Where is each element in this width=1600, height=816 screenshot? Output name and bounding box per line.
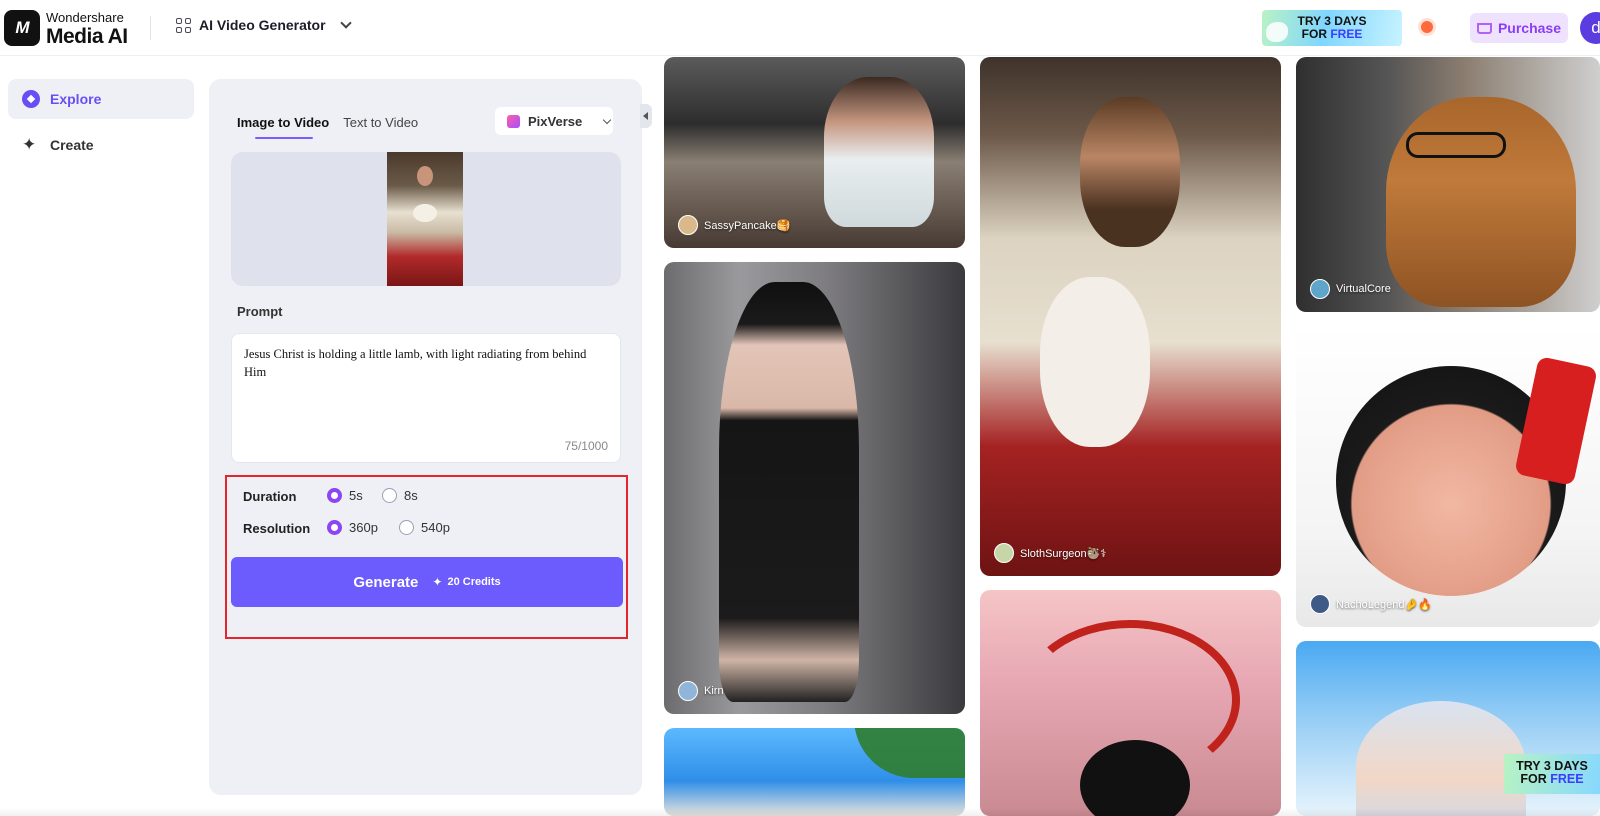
card-user: SassyPancake🥞: [678, 215, 790, 235]
brand-line1: Wondershare: [46, 10, 124, 25]
purchase-label: Purchase: [1497, 20, 1562, 36]
avatar: [994, 543, 1014, 563]
radio-unselected-icon[interactable]: [382, 488, 397, 503]
prompt-text[interactable]: Jesus Christ is holding a little lamb, w…: [244, 345, 604, 381]
nav-item-explore[interactable]: Explore: [8, 79, 194, 119]
compass-icon: [22, 90, 40, 108]
model-name: PixVerse: [528, 113, 583, 129]
header-divider: [150, 16, 151, 40]
resolution-label: Resolution: [243, 521, 311, 536]
generate-button[interactable]: Generate ✦ 20 Credits: [231, 557, 623, 607]
card-image-detail: [1514, 356, 1598, 486]
tab-text-to-video[interactable]: Text to Video: [343, 115, 418, 139]
floating-trial-promo-button[interactable]: TRY 3 DAYS FOR FREE: [1504, 754, 1600, 794]
card-image: [719, 282, 859, 702]
duration-option-5s[interactable]: 5s: [327, 488, 363, 503]
card-image: [1386, 97, 1576, 307]
window-bottom-edge: [0, 808, 1600, 816]
credits-badge: ✦ 20 Credits: [432, 575, 500, 589]
thumbnail-figure: [417, 166, 433, 186]
resolution-option-540p[interactable]: 540p: [399, 520, 450, 535]
duration-option-8s[interactable]: 8s: [382, 488, 418, 503]
avatar: [1310, 594, 1330, 614]
card-user: Kirn: [678, 681, 724, 701]
nav-item-label: Create: [50, 137, 94, 153]
card-image: [854, 728, 965, 778]
gallery-card[interactable]: VirtualCore: [1296, 57, 1600, 312]
product-name: AI Video Generator: [199, 17, 326, 33]
avatar: [678, 681, 698, 701]
float-promo-line2: FOR FREE: [1520, 772, 1584, 786]
generator-panel: Image to Video Text to Video PixVerse Pr…: [209, 79, 642, 795]
media-ai-logo-icon[interactable]: M: [4, 10, 40, 46]
user-avatar[interactable]: d: [1580, 12, 1600, 44]
purchase-button[interactable]: Purchase: [1470, 13, 1568, 43]
image-upload-area[interactable]: [231, 152, 621, 286]
nav-item-create[interactable]: ✦ Create: [8, 125, 194, 165]
chevron-down-icon: [339, 17, 352, 29]
radio-unselected-icon[interactable]: [399, 520, 414, 535]
card-image-detail: [1406, 132, 1506, 158]
credits-label: 20 Credits: [447, 576, 501, 588]
top-header: M Wondershare Media AI AI Video Generato…: [0, 0, 1600, 56]
card-image: [1080, 97, 1180, 247]
uploaded-image-thumbnail[interactable]: [387, 152, 463, 286]
generate-label: Generate: [353, 573, 419, 591]
prompt-textarea[interactable]: Jesus Christ is holding a little lamb, w…: [231, 333, 621, 463]
avatar: [1310, 279, 1330, 299]
mode-tabs: Image to Video Text to Video: [237, 115, 418, 139]
free-trial-promo-button[interactable]: TRY 3 DAYS FOR FREE: [1262, 10, 1402, 46]
collapse-panel-handle-icon[interactable]: [640, 104, 652, 128]
pixverse-icon: [507, 114, 520, 128]
model-select[interactable]: PixVerse: [495, 107, 613, 135]
brand-logo-text[interactable]: Wondershare Media AI: [46, 11, 128, 47]
brand-line2: Media AI: [46, 25, 128, 48]
cart-icon: [1476, 22, 1492, 34]
tab-image-to-video[interactable]: Image to Video: [237, 115, 329, 139]
radio-selected-icon[interactable]: [327, 520, 342, 535]
sparkle-icon: ✦: [22, 135, 37, 154]
card-image: [824, 77, 934, 227]
product-switcher[interactable]: AI Video Generator: [176, 17, 352, 33]
duration-label: Duration: [243, 489, 297, 504]
card-image-detail: [1040, 277, 1150, 447]
chevron-down-icon: [602, 115, 612, 124]
character-count: 75/1000: [564, 439, 608, 453]
card-user: VirtualCore: [1310, 279, 1391, 299]
gallery-card[interactable]: NachoLegend🤌🔥: [1296, 326, 1600, 627]
promo-decoration-icon: [1266, 22, 1288, 42]
apps-grid-icon: [176, 17, 191, 33]
card-user: NachoLegend🤌🔥: [1310, 594, 1432, 614]
avatar: [678, 215, 698, 235]
card-user: SlothSurgeon🦥⚕: [994, 543, 1106, 563]
gallery-card[interactable]: Kirn: [664, 262, 965, 714]
gallery-card[interactable]: SlothSurgeon🦥⚕: [980, 57, 1281, 576]
credit-sparkle-icon: ✦: [432, 575, 443, 589]
gallery-card[interactable]: SassyPancake🥞: [664, 57, 965, 248]
resolution-option-360p[interactable]: 360p: [327, 520, 378, 535]
gallery-card[interactable]: [664, 728, 965, 816]
card-image: [1356, 701, 1526, 816]
radio-selected-icon[interactable]: [327, 488, 342, 503]
nav-item-label: Explore: [50, 91, 102, 107]
thumbnail-lamb: [413, 204, 437, 222]
gallery-card[interactable]: [980, 590, 1281, 816]
notification-dot-icon[interactable]: [1421, 21, 1433, 33]
settings-highlight-box: Duration 5s 8s Resolution 360p 540p Gene…: [225, 475, 628, 639]
prompt-label: Prompt: [237, 304, 283, 319]
